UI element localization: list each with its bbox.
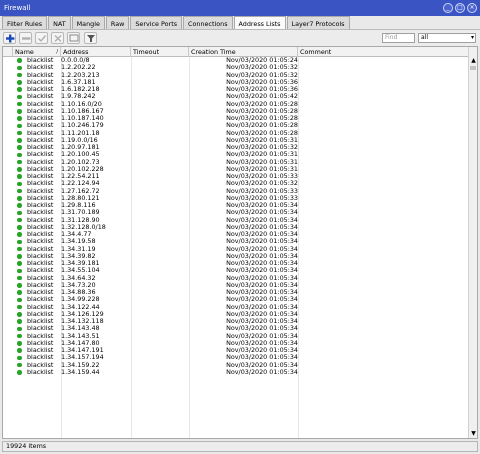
status-dot-icon	[17, 326, 22, 332]
chevron-down-icon: ▾	[470, 34, 474, 41]
window-controls: _ □ ×	[443, 3, 477, 13]
enable-button[interactable]	[35, 32, 48, 44]
sort-indicator-icon: /	[56, 49, 58, 55]
table-body: blacklist 0.0.0.0/8 Nov/03/2020 01:05:24 bl…	[3, 56, 469, 376]
find-input[interactable]: Find	[382, 33, 415, 43]
status-dot-icon	[17, 203, 22, 208]
status-dot-icon	[17, 116, 22, 121]
status-dot-icon	[17, 152, 22, 158]
filter-button[interactable]	[84, 32, 97, 44]
status-dot-icon	[17, 304, 22, 310]
disable-button[interactable]	[51, 32, 64, 44]
status-dot-icon	[17, 87, 22, 92]
header-timeout[interactable]: Timeout	[131, 47, 189, 57]
close-button[interactable]: ×	[467, 3, 477, 13]
status-dot-icon	[17, 174, 22, 179]
status-dot-icon	[17, 65, 22, 71]
status-dot-icon	[17, 80, 22, 85]
vertical-scrollbar[interactable]: ▲ ▼	[468, 47, 477, 438]
tab-layer7-protocols[interactable]: Layer7 Protocols	[286, 16, 350, 29]
status-dot-icon	[17, 333, 22, 339]
window-titlebar: Firewall _ □ ×	[0, 0, 480, 16]
address-cell: 1.34.159.44	[61, 367, 100, 376]
status-dot-icon	[17, 167, 22, 172]
status-dot-icon	[17, 101, 22, 107]
status-dot-icon	[17, 275, 22, 281]
tab-address-lists[interactable]: Address Lists	[233, 16, 286, 30]
status-dot-icon	[17, 261, 22, 266]
tab-connections[interactable]: Connections	[183, 16, 233, 29]
comment-button[interactable]	[67, 32, 80, 44]
scroll-up-icon[interactable]: ▲	[469, 57, 477, 64]
enable-icon	[38, 35, 47, 43]
filter-select[interactable]: all ▾	[418, 33, 476, 43]
status-dot-icon	[17, 72, 22, 78]
header-comment[interactable]: Comment	[298, 47, 469, 57]
status-dot-icon	[17, 268, 22, 274]
tab-mangle[interactable]: Mangle	[71, 16, 105, 29]
remove-icon	[22, 37, 31, 40]
status-dot-icon	[17, 181, 22, 187]
status-dot-icon	[17, 109, 22, 114]
status-dot-icon	[17, 312, 22, 317]
status-dot-icon	[17, 348, 22, 353]
status-dot-icon	[17, 196, 22, 201]
add-button[interactable]	[3, 32, 16, 44]
scroll-down-icon[interactable]: ▼	[469, 430, 477, 437]
status-dot-icon	[17, 159, 22, 165]
status-dot-icon	[17, 355, 22, 361]
address-list-table: Name / Address Timeout Creation Time Com…	[2, 46, 478, 439]
status-bar: 19924 items	[2, 441, 478, 452]
status-dot-icon	[17, 217, 22, 223]
status-dot-icon	[17, 145, 22, 150]
comment-icon	[69, 34, 79, 42]
status-dot-icon	[17, 239, 22, 245]
status-dot-icon	[17, 130, 22, 136]
status-dot-icon	[17, 370, 22, 375]
status-dot-icon	[17, 188, 22, 194]
item-count: 19924 items	[6, 442, 47, 450]
disable-icon	[54, 35, 62, 42]
remove-button[interactable]	[19, 32, 32, 44]
status-dot-icon	[17, 319, 22, 324]
tab-service-ports[interactable]: Service Ports	[130, 16, 183, 29]
header-select-col[interactable]	[3, 47, 13, 57]
tab-bar: Filter Rules NAT Mangle Raw Service Port…	[2, 16, 478, 30]
status-dot-icon	[17, 297, 22, 303]
filter-icon	[87, 35, 95, 42]
status-dot-icon	[17, 232, 22, 237]
tab-raw[interactable]: Raw	[105, 16, 130, 29]
status-dot-icon	[17, 138, 22, 143]
table-row[interactable]: blacklist 1.34.159.44 Nov/03/2020 01:05:34	[3, 367, 469, 376]
status-dot-icon	[17, 58, 22, 63]
add-icon	[6, 34, 15, 43]
status-dot-icon	[17, 290, 22, 295]
status-dot-icon	[17, 341, 22, 346]
maximize-button[interactable]: □	[455, 3, 465, 13]
status-dot-icon	[17, 210, 22, 216]
scroll-thumb[interactable]	[470, 66, 476, 70]
window-title: Firewall	[4, 4, 31, 12]
status-dot-icon	[17, 362, 22, 368]
tab-filter-rules[interactable]: Filter Rules	[2, 16, 48, 29]
tab-nat[interactable]: NAT	[48, 16, 71, 29]
toolbar: Find all ▾	[0, 29, 480, 46]
creation-time-cell: Nov/03/2020 01:05:34	[226, 367, 298, 376]
status-dot-icon	[17, 246, 22, 252]
status-dot-icon	[17, 225, 22, 230]
status-dot-icon	[17, 254, 22, 259]
minimize-button[interactable]: _	[443, 3, 453, 13]
filter-select-value: all	[421, 34, 429, 41]
status-dot-icon	[17, 123, 22, 129]
status-dot-icon	[17, 283, 22, 288]
status-dot-icon	[17, 94, 22, 100]
